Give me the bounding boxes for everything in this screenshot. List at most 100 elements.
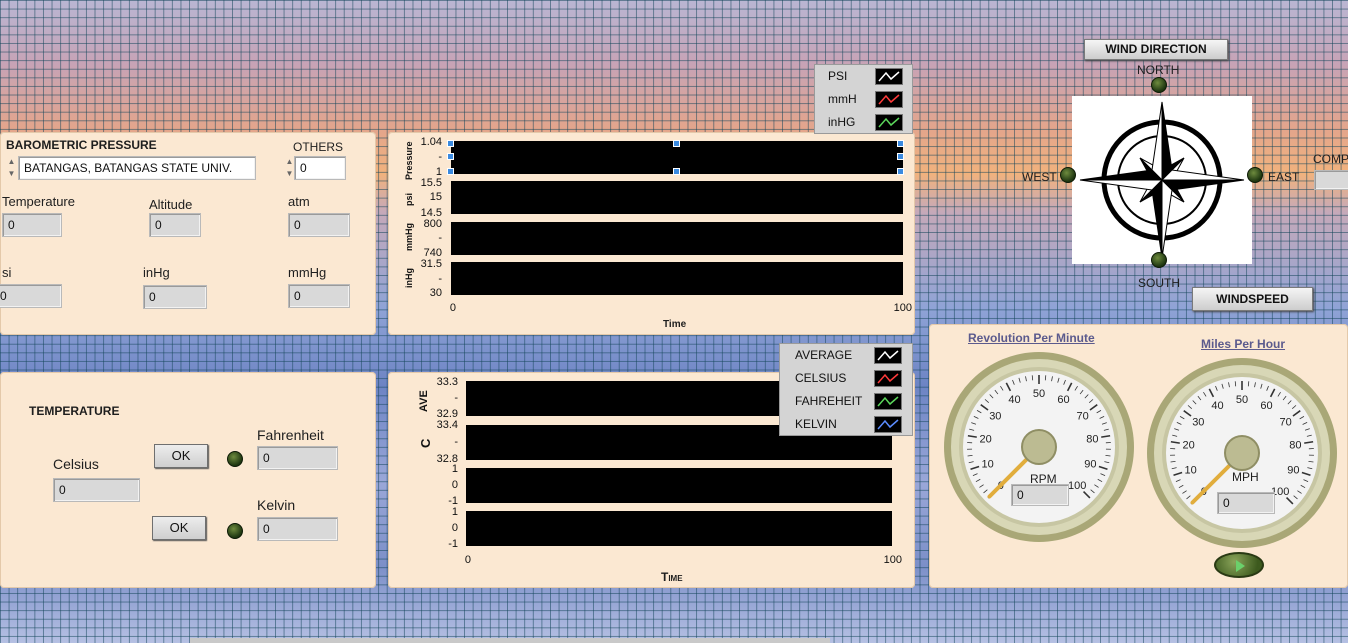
- kelvin-indicator: [227, 523, 243, 539]
- legend-label: KELVIN: [795, 417, 837, 431]
- tick-label: 0: [451, 522, 458, 534]
- wind-direction-button[interactable]: WIND DIRECTION: [1084, 39, 1228, 60]
- gauge-scale-label: 50: [1033, 388, 1045, 400]
- legend-item[interactable]: KELVIN: [780, 414, 912, 436]
- south-indicator: [1151, 252, 1167, 268]
- gauge-scale-label: 80: [1086, 434, 1098, 446]
- gauge-scale-label: 70: [1280, 416, 1292, 428]
- west-label: WEST: [1022, 170, 1057, 184]
- tick-label: 31.5: [420, 258, 442, 270]
- barometric-panel: BAROMETRIC PRESSURE ▲ ▼ BATANGAS, BATANGA…: [0, 132, 376, 335]
- location-spinner[interactable]: ▲ ▼: [5, 156, 18, 180]
- selection-handle[interactable]: [897, 153, 904, 160]
- horizontal-scrollbar[interactable]: [190, 638, 830, 643]
- mph-gauge: 0102030405060708090100: [1147, 358, 1337, 548]
- windspeed-button[interactable]: WINDSPEED: [1192, 287, 1313, 311]
- gauge-scale-label: 50: [1236, 394, 1248, 406]
- gauge-scale-label: 10: [1185, 465, 1197, 477]
- psi-plot: [451, 181, 903, 214]
- temperature-legend: AVERAGE CELSIUS FAHREHEIT KELVIN: [779, 343, 913, 436]
- play-icon: [1236, 560, 1245, 572]
- gauge-hub: [1224, 435, 1260, 471]
- celsius-field[interactable]: 0: [53, 478, 140, 502]
- atm-field[interactable]: 0: [288, 213, 350, 237]
- rpm-value-field[interactable]: 0: [1011, 484, 1069, 506]
- tick-label: 1: [451, 506, 458, 518]
- temperature-label: Temperature: [2, 194, 75, 209]
- altitude-field[interactable]: 0: [149, 213, 201, 237]
- tick-label: 1.04: [420, 136, 442, 148]
- ok-button-kelvin[interactable]: OK: [152, 516, 206, 540]
- gauge-scale-label: 90: [1084, 459, 1096, 471]
- legend-swatch-icon: [875, 91, 903, 108]
- tick-label: 0: [451, 479, 458, 491]
- legend-item[interactable]: inHG: [815, 112, 912, 134]
- tick-label: 15: [429, 191, 442, 203]
- altitude-label: Altitude: [149, 197, 193, 212]
- gauges-panel: Revolution Per Minute Miles Per Hour 010…: [929, 324, 1348, 588]
- legend-swatch-icon: [874, 393, 902, 410]
- south-label: SOUTH: [1138, 276, 1180, 290]
- gauge-scale-label: 20: [980, 434, 992, 446]
- selection-handle[interactable]: [673, 168, 680, 175]
- gauge-scale-label: 70: [1077, 410, 1089, 422]
- atm-label: atm: [288, 194, 310, 209]
- selection-handle[interactable]: [447, 153, 454, 160]
- mmhg-plot: [451, 222, 903, 255]
- gauge-scale-label: 100: [1068, 480, 1086, 492]
- east-indicator: [1247, 167, 1263, 183]
- kelvin-field[interactable]: 0: [257, 517, 338, 541]
- legend-label: inHG: [828, 115, 856, 129]
- psi-field[interactable]: 0: [0, 284, 62, 308]
- fahrenheit-field[interactable]: 0: [257, 446, 338, 470]
- ok-button-fahrenheit[interactable]: OK: [154, 444, 208, 468]
- selection-handle[interactable]: [673, 140, 680, 147]
- gauge-scale-label: 90: [1287, 465, 1299, 477]
- legend-item[interactable]: PSI: [815, 66, 912, 88]
- location-field[interactable]: BATANGAS, BATANGAS STATE UNIV.: [18, 156, 256, 180]
- x-axis-label: Time: [663, 319, 687, 330]
- celsius-label: Celsius: [53, 456, 99, 472]
- others-field[interactable]: 0: [294, 156, 346, 180]
- rpm-gauge: 0 10 20 30 40 50 60 70 80 90 100: [944, 352, 1134, 542]
- gauge-scale-label: 30: [989, 410, 1001, 422]
- mmhg-field[interactable]: 0: [288, 284, 350, 308]
- legend-swatch-icon: [874, 416, 902, 433]
- gauge-hub: [1021, 429, 1057, 465]
- legend-item[interactable]: FAHREHEIT: [780, 391, 912, 413]
- mph-value-field[interactable]: 0: [1217, 492, 1275, 514]
- x-min-label: 0: [449, 302, 456, 314]
- inhg-field[interactable]: 0: [143, 285, 207, 309]
- tick-label: 800: [423, 218, 442, 230]
- temperature-panel: TEMPERATURE Celsius 0 OK Fahrenheit 0 OK…: [0, 372, 376, 588]
- selection-handle[interactable]: [897, 168, 904, 175]
- selection-handle[interactable]: [447, 168, 454, 175]
- legend-item[interactable]: CELSIUS: [780, 368, 912, 390]
- gauge-scale-label: 30: [1192, 416, 1204, 428]
- kelvin-label: Kelvin: [257, 497, 296, 513]
- run-button[interactable]: [1214, 552, 1264, 578]
- mmhg-label: mmHg: [288, 265, 327, 280]
- x-axis-label: Time: [661, 570, 683, 584]
- barometric-title: BAROMETRIC PRESSURE: [6, 138, 157, 152]
- tick-label: -: [438, 151, 442, 163]
- legend-swatch-icon: [875, 114, 903, 131]
- comp-field[interactable]: [1314, 170, 1348, 190]
- tick-label: -: [454, 392, 458, 404]
- tick-label: 33.3: [436, 376, 458, 388]
- temperature-field[interactable]: 0: [2, 213, 62, 237]
- north-label: NORTH: [1137, 63, 1180, 77]
- mph-unit-label: MPH: [1232, 470, 1259, 484]
- tick-label: 1: [451, 463, 458, 475]
- legend-swatch-icon: [874, 347, 902, 364]
- temperature-title: TEMPERATURE: [29, 404, 120, 418]
- fahrenheit-indicator: [227, 451, 243, 467]
- gauge-scale-label: 20: [1183, 440, 1195, 452]
- legend-label: mmH: [828, 92, 857, 106]
- x-max-label: 100: [893, 302, 912, 314]
- legend-item[interactable]: AVERAGE: [780, 345, 912, 367]
- selection-handle[interactable]: [447, 140, 454, 147]
- west-indicator: [1060, 167, 1076, 183]
- legend-item[interactable]: mmH: [815, 89, 912, 111]
- selection-handle[interactable]: [897, 140, 904, 147]
